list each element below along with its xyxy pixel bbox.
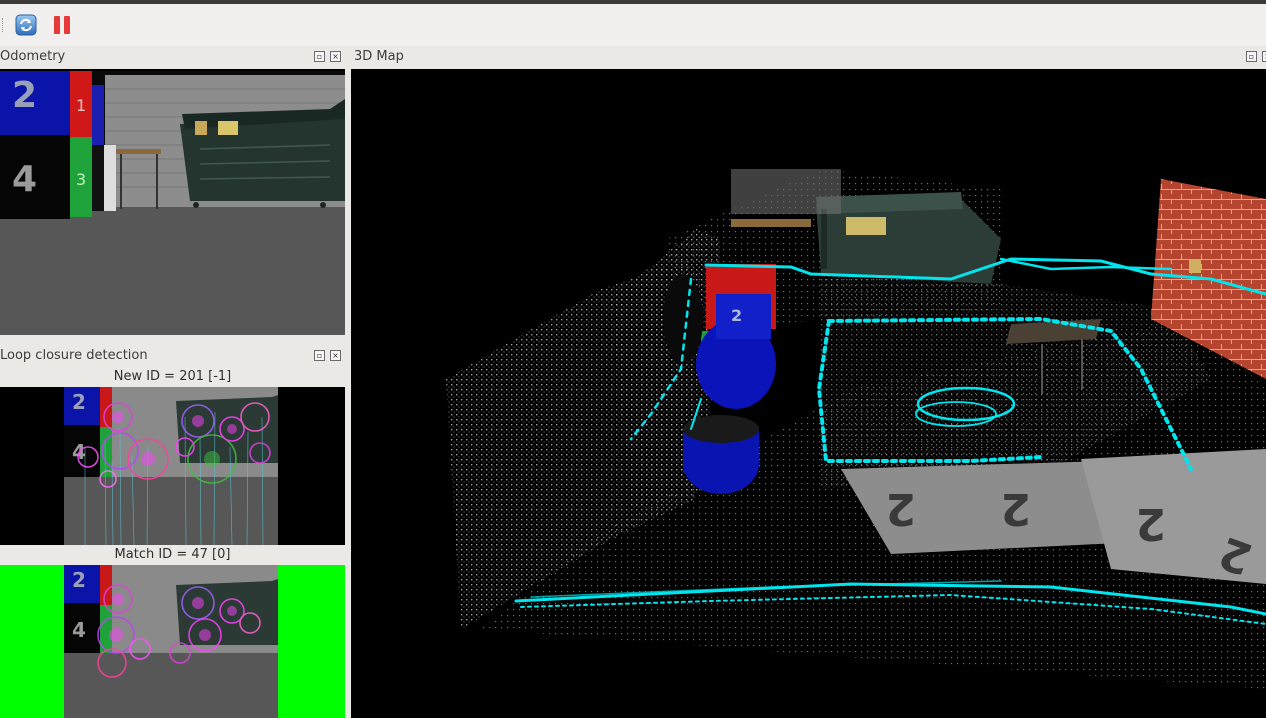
new-image-view[interactable]: 2 4 <box>0 387 345 545</box>
loop-closure-dock-title: Loop closure detection <box>0 348 148 363</box>
refresh-icon <box>15 14 37 36</box>
box-label-1: 1 <box>76 96 86 115</box>
toolbar <box>0 4 1266 46</box>
match-id-caption: Match ID = 47 [0] <box>114 547 231 562</box>
refresh-button[interactable] <box>13 12 39 38</box>
new-image-features: 2 4 <box>64 387 278 545</box>
box-label-4: 4 <box>12 159 37 200</box>
match-image-view[interactable]: 2 4 <box>0 565 345 718</box>
map-label-2: 2 <box>731 306 742 325</box>
odometry-view[interactable]: 2 4 1 3 <box>0 69 345 335</box>
svg-text:4: 4 <box>72 618 86 642</box>
svg-text:2: 2 <box>885 483 916 534</box>
close-dock-button[interactable]: × <box>1262 51 1266 62</box>
new-id-caption: New ID = 201 [-1] <box>113 369 232 384</box>
pause-button[interactable] <box>49 12 75 38</box>
odometry-dock-title: Odometry <box>0 49 66 64</box>
close-dock-button[interactable]: × <box>330 51 341 62</box>
float-dock-button[interactable]: ▫ <box>1246 51 1257 62</box>
svg-text:2: 2 <box>1000 483 1031 534</box>
odometry-dock-buttons: ▫ × <box>314 51 341 62</box>
match-image-features: 2 4 <box>64 565 278 718</box>
map-dock-buttons: ▫ × <box>1246 51 1266 62</box>
float-dock-button[interactable]: ▫ <box>314 51 325 62</box>
close-dock-button[interactable]: × <box>330 350 341 361</box>
box-label-3: 3 <box>76 170 86 189</box>
svg-text:2: 2 <box>1135 498 1166 549</box>
map-dock-title: 3D Map <box>354 49 404 64</box>
3d-map-view[interactable]: 2 2 2 2 2 <box>351 69 1266 718</box>
pause-icon <box>54 16 70 34</box>
loop-closure-dock-buttons: ▫ × <box>314 350 341 361</box>
toolbar-grip[interactable] <box>2 18 7 32</box>
svg-text:2: 2 <box>72 568 86 592</box>
odometry-camera-image: 2 4 1 3 <box>0 71 345 335</box>
box-label-2: 2 <box>12 75 37 116</box>
3d-map-render: 2 2 2 2 2 <box>446 169 1266 689</box>
float-dock-button[interactable]: ▫ <box>314 350 325 361</box>
svg-text:2: 2 <box>72 390 86 414</box>
